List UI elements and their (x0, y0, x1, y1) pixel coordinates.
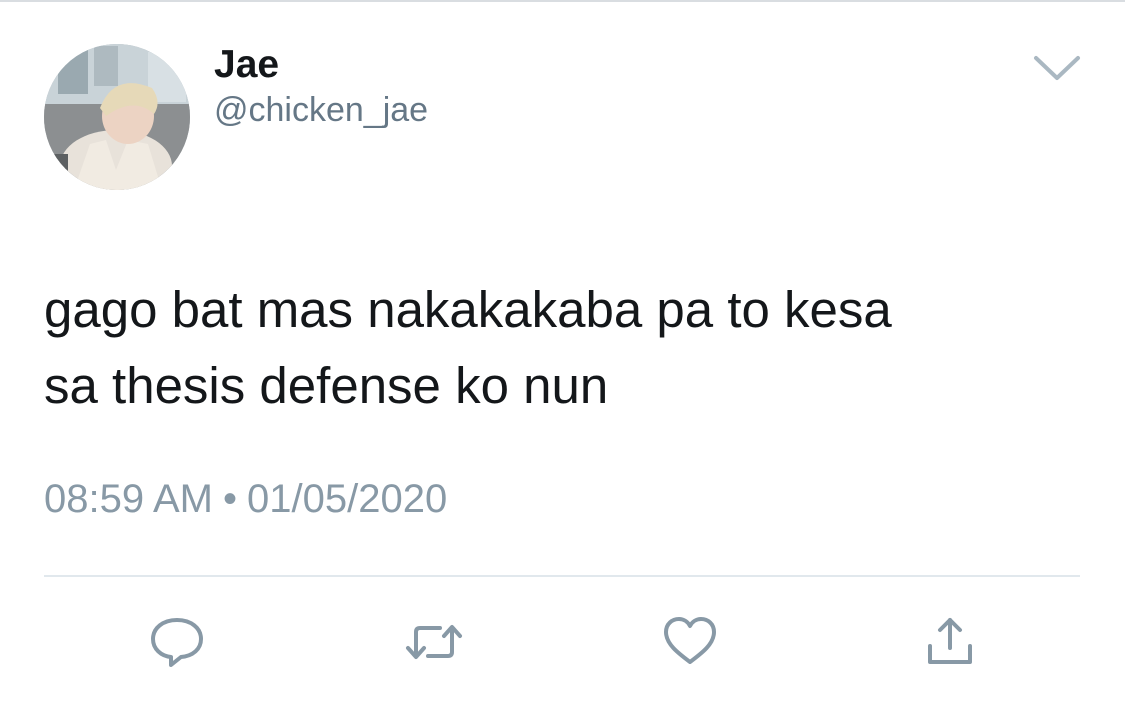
tweet-date[interactable]: 01/05/2020 (247, 477, 447, 521)
avatar-image (44, 44, 190, 190)
meta-separator: • (223, 477, 238, 521)
retweet-icon (406, 625, 462, 659)
like-button[interactable] (660, 612, 720, 672)
reply-button[interactable] (147, 612, 207, 672)
heart-icon (664, 617, 716, 664)
chevron-down-icon (1034, 56, 1080, 80)
actions-divider (44, 575, 1080, 577)
display-name[interactable]: Jae (214, 42, 279, 88)
tweet-time[interactable]: 08:59 AM (44, 477, 213, 521)
reply-icon (151, 618, 203, 667)
more-options-button[interactable] (1030, 52, 1084, 86)
share-button[interactable] (920, 612, 980, 672)
user-handle[interactable]: @chicken_jae (214, 88, 428, 132)
retweet-button[interactable] (404, 612, 464, 672)
avatar[interactable] (44, 44, 190, 190)
tweet-text: gago bat mas nakakakaba pa to kesa sa th… (44, 272, 1094, 424)
tweet-text-line: sa thesis defense ko nun (44, 357, 609, 414)
tweet-timestamp: 08:59 AM • 01/05/2020 (44, 474, 447, 524)
top-divider (0, 0, 1125, 2)
share-icon (928, 618, 972, 664)
tweet-text-line: gago bat mas nakakakaba pa to kesa (44, 281, 892, 338)
